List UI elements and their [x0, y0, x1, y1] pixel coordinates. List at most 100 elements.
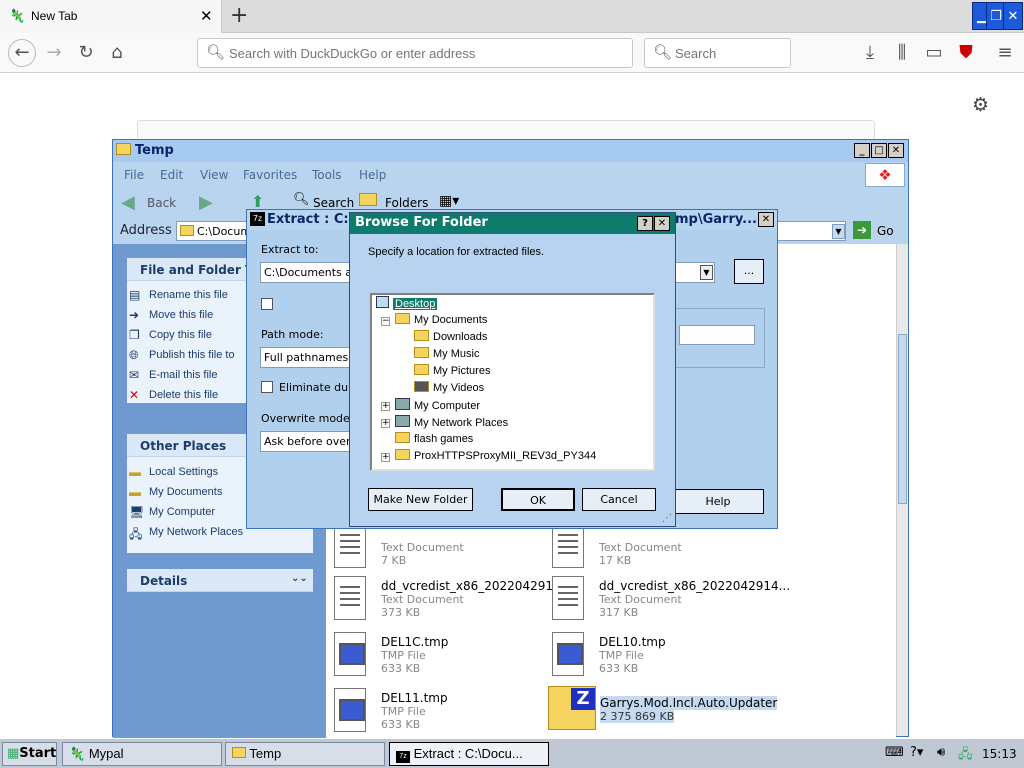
close-button[interactable]: ✕: [654, 216, 670, 231]
place-local-settings[interactable]: ▬ Local Settings: [129, 465, 218, 479]
place-network[interactable]: 🖧 My Network Places: [129, 526, 243, 541]
place-my-computer[interactable]: 🖥︎ My Computer: [129, 505, 215, 519]
back-icon[interactable]: ◀: [121, 192, 135, 213]
folder-icon: [116, 143, 131, 155]
start-button[interactable]: ▦Start: [2, 742, 57, 766]
search-icon[interactable]: 🔍︎: [293, 192, 310, 207]
home-icon[interactable]: ⌂: [105, 41, 129, 65]
cancel-button[interactable]: Cancel: [582, 488, 656, 511]
go-arrow-icon[interactable]: ➔: [853, 221, 871, 239]
new-tab-icon[interactable]: +: [230, 3, 248, 28]
tree-node-my-music[interactable]: My Music: [414, 347, 479, 360]
taskbar-item-extract[interactable]: 7z Extract : C:\Docu...: [389, 742, 549, 766]
maximize-button[interactable]: □: [871, 143, 887, 158]
resize-grip-icon[interactable]: ⋰: [662, 513, 672, 524]
tree-node-proxhttps[interactable]: ProxHTTPSProxyMII_REV3d_PY344: [395, 449, 596, 462]
expand-icon[interactable]: +: [381, 419, 390, 428]
explorer-titlebar[interactable]: Temp _ □ ✕: [113, 140, 908, 162]
collapse-icon[interactable]: −: [381, 317, 390, 326]
ok-button[interactable]: OK: [501, 488, 575, 511]
network-tray-icon[interactable]: 🖧: [958, 745, 973, 767]
menu-icon[interactable]: ≡: [993, 41, 1017, 65]
file-item[interactable]: Text Document 17 KB: [552, 524, 772, 574]
folder-tree[interactable]: Desktop − My Documents Downloads My Musi…: [370, 293, 655, 471]
eliminate-checkbox[interactable]: [261, 381, 273, 393]
chevron-down-icon[interactable]: ▼: [700, 265, 713, 280]
copy-task[interactable]: ❐ Copy this file: [129, 328, 212, 342]
chevron-down-icon[interactable]: ▼: [832, 224, 845, 239]
menu-favorites[interactable]: Favorites: [243, 168, 297, 182]
tree-node-flash-games[interactable]: flash games: [395, 432, 473, 445]
minimize-button[interactable]: _: [854, 143, 870, 158]
search-input[interactable]: [675, 46, 785, 61]
file-item[interactable]: DEL10.tmp TMP File 633 KB: [552, 632, 772, 682]
file-item[interactable]: DEL1C.tmp TMP File 633 KB: [334, 632, 554, 682]
help-button[interactable]: Help: [672, 489, 764, 514]
tab-new-tab[interactable]: 🦎 New Tab ✕: [0, 0, 222, 33]
menu-view[interactable]: View: [200, 168, 228, 182]
taskbar-item-mypal[interactable]: 🦎 Mypal: [62, 742, 222, 766]
forward-arrow-icon[interactable]: →: [42, 41, 66, 65]
volume-icon[interactable]: 🔊︎: [937, 745, 945, 760]
folders-icon[interactable]: [359, 193, 377, 206]
tree-node-my-videos[interactable]: My Videos: [414, 381, 484, 394]
rename-task[interactable]: ▤ Rename this file: [129, 288, 228, 302]
email-task[interactable]: ✉ E-mail this file: [129, 368, 217, 382]
browse-button[interactable]: ...: [734, 259, 764, 284]
menu-tools[interactable]: Tools: [312, 168, 342, 182]
forward-icon[interactable]: ▶: [199, 192, 213, 213]
folders-label[interactable]: Folders: [385, 196, 428, 210]
file-item[interactable]: dd_vcredist_x86_2022042914... Text Docume…: [334, 576, 572, 626]
chevron-down-icon[interactable]: ⌄⌄: [291, 573, 308, 584]
sidebar-icon[interactable]: ▭: [922, 41, 946, 65]
back-label[interactable]: Back: [147, 196, 176, 210]
checkbox[interactable]: [261, 298, 273, 310]
close-tab-icon[interactable]: ✕: [200, 7, 213, 25]
delete-task[interactable]: ✕ Delete this file: [129, 388, 218, 402]
tree-node-my-computer[interactable]: My Computer: [395, 398, 480, 412]
library-icon[interactable]: ⫼: [890, 41, 914, 65]
file-item-selected[interactable]: Z Garrys.Mod.Incl.Auto.Updater 2 375 869…: [548, 684, 778, 734]
move-task[interactable]: ➜ Move this file: [129, 308, 213, 322]
close-button[interactable]: ✕: [888, 143, 904, 158]
search-bar[interactable]: 🔍︎: [644, 38, 791, 68]
extract-title: Extract : C:\: [267, 212, 354, 227]
menu-help[interactable]: Help: [359, 168, 386, 182]
tree-node-my-documents[interactable]: My Documents: [395, 313, 487, 326]
publish-task[interactable]: 🌐︎ Publish this file to: [129, 348, 235, 362]
tree-node-downloads[interactable]: Downloads: [414, 330, 487, 343]
help-icon[interactable]: ?▾: [910, 745, 923, 760]
go-label[interactable]: Go: [877, 224, 894, 238]
taskbar-item-temp[interactable]: Temp: [225, 742, 385, 766]
close-button[interactable]: ✕: [758, 212, 774, 227]
ublock-icon[interactable]: ⛊: [954, 41, 978, 65]
tree-node-network[interactable]: My Network Places: [395, 415, 508, 429]
tree-node-my-pictures[interactable]: My Pictures: [414, 364, 490, 377]
place-my-documents[interactable]: ▬ My Documents: [129, 485, 222, 499]
file-item[interactable]: dd_vcredist_x86_2022042914... Text Docume…: [552, 576, 790, 626]
details-header[interactable]: Details ⌄⌄: [127, 569, 313, 592]
file-item[interactable]: DEL11.tmp TMP File 633 KB: [334, 688, 554, 738]
url-input[interactable]: [229, 46, 619, 61]
vertical-scrollbar[interactable]: [896, 244, 908, 736]
gear-icon[interactable]: ⚙: [972, 94, 989, 116]
menu-edit[interactable]: Edit: [160, 168, 183, 182]
make-new-folder-button[interactable]: Make New Folder: [368, 488, 473, 511]
reload-icon[interactable]: ↻: [74, 41, 98, 65]
expand-icon[interactable]: +: [381, 453, 390, 462]
browse-titlebar[interactable]: Browse For Folder ? ✕: [350, 213, 675, 234]
expand-icon[interactable]: +: [381, 402, 390, 411]
tree-node-desktop[interactable]: Desktop: [376, 296, 438, 310]
downloads-icon[interactable]: ⤓: [858, 41, 882, 65]
menu-file[interactable]: File: [124, 168, 144, 182]
search-toolbar-label[interactable]: Search: [313, 196, 354, 210]
file-item[interactable]: Text Document 7 KB: [334, 524, 554, 574]
tab-bar: 🦎 New Tab ✕ + ▁ ❐ ✕: [0, 0, 1024, 33]
help-icon[interactable]: ?: [637, 216, 653, 231]
url-bar[interactable]: 🔍︎: [197, 38, 633, 68]
password-input[interactable]: [679, 325, 755, 345]
views-icon[interactable]: ▦▾: [439, 193, 459, 209]
back-arrow-icon[interactable]: ←: [8, 39, 36, 67]
keyboard-icon[interactable]: ⌨: [885, 745, 904, 760]
close-window-button[interactable]: ✕: [1003, 2, 1023, 30]
